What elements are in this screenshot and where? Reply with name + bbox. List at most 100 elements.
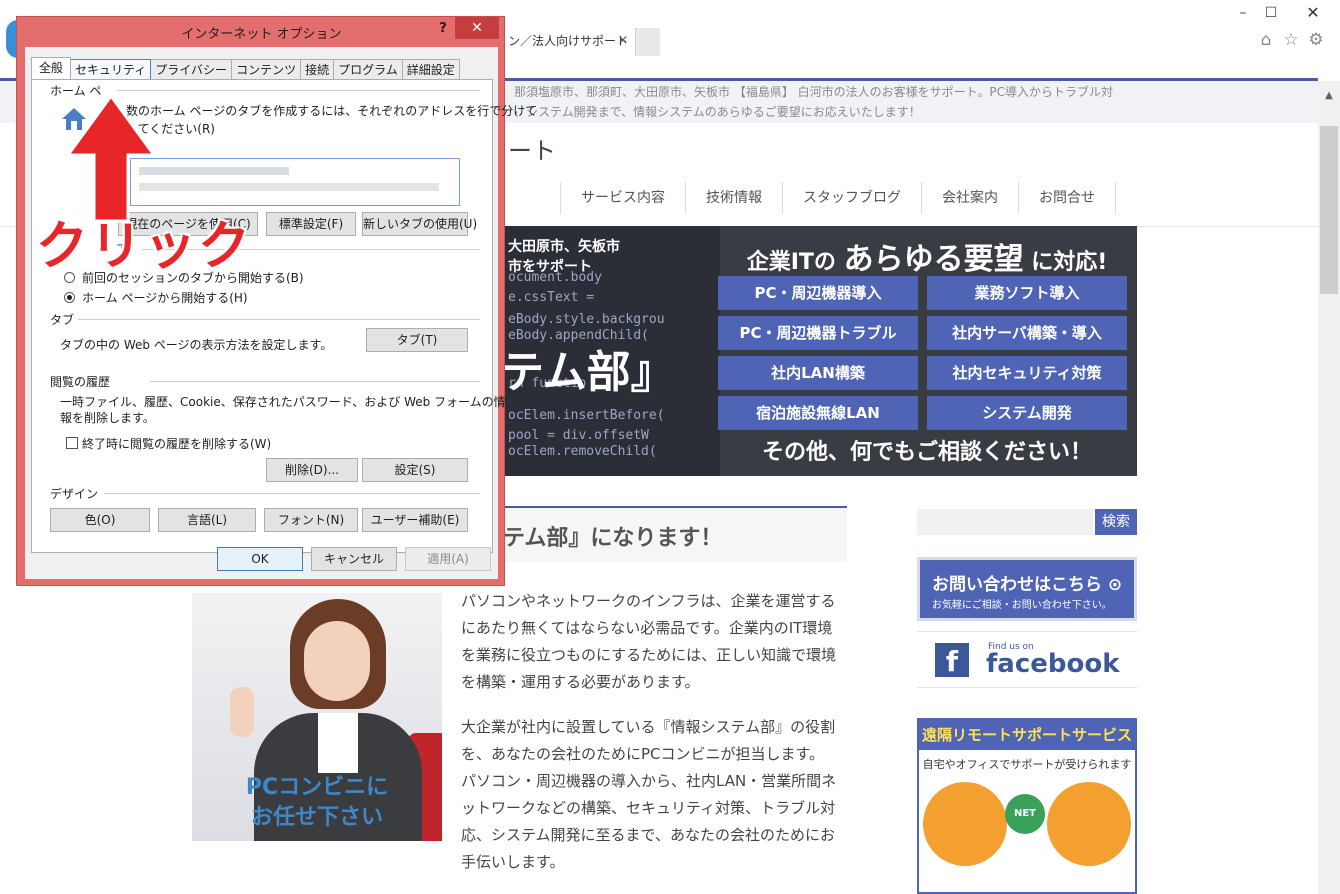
home-icon[interactable]: ⌂ [1256,30,1276,50]
nav-item-contact[interactable]: お問合せ [1018,182,1116,214]
divider [917,631,1137,632]
service-server[interactable]: 社内サーバ構築・導入 [927,316,1127,350]
hero-headline-suffix: に対応! [1031,250,1108,275]
content-title: テム部』になります！ [503,526,723,551]
service-software-install[interactable]: 業務ソフト導入 [927,276,1127,310]
start-with-home-page-radio[interactable] [64,292,75,303]
search-input[interactable] [917,509,1093,535]
site-title[interactable]: ート [508,131,556,166]
service-wireless-lan[interactable]: 宿泊施設無線LAN [718,396,918,430]
divider [917,687,1137,688]
tabs-description: タブの中の Web ページの表示方法を設定します。 [60,338,333,352]
ok-button[interactable]: OK [217,547,303,571]
window-maximize-button[interactable]: ☐ [1256,0,1286,26]
hero-banner: ocument.body e.cssText = eBody.style.bac… [500,226,1137,476]
history-description: 報を削除します。 [60,411,155,425]
blurred-address [139,183,439,191]
home-page-address-textarea[interactable] [130,158,460,206]
remote-support-banner[interactable]: 遠隔リモートサポートサービス 自宅やオフィスでサポートが受けられます NET [917,718,1137,894]
intro-paragraph: 大企業が社内に設置している『情報システム部』の役割を、あなたの会社のためにPCコ… [461,718,837,871]
photo-person-face [304,621,370,701]
tabs-settings-button[interactable]: タブ(T) [366,328,468,352]
intro-paragraph: パソコンやネットワークのインフラは、企業を運営するにあたり無くてはならない必需品… [461,592,837,691]
colors-button[interactable]: 色(O) [50,508,150,532]
apply-button[interactable]: 適用(A) [405,547,491,571]
header-description: 、システム開発まで、情報システムのあらゆるご要望にお応えいたします！ [514,105,921,119]
hero-footer-text: その他、何でもご相談ください！ [761,440,1092,465]
code-line: ocElem.insertBefore( [508,408,665,423]
help-icon[interactable]: ? [435,21,451,39]
remote-support-title: 遠隔リモートサポートサービス [919,720,1135,750]
hero-service-grid: PC・周辺機器導入 業務ソフト導入 PC・周辺機器トラブル 社内サーバ構築・導入… [718,276,1128,430]
facebook-link[interactable]: facebook [986,649,1120,679]
use-new-tab-button[interactable]: 新しいタブの使用(U) [362,212,477,236]
cancel-button[interactable]: キャンセル [311,547,397,571]
hero-headline: 企業ITの あらゆる要望 に対応! [732,234,1122,278]
tab-content[interactable]: コンテンツ [232,59,302,81]
start-with-home-page-label: ホーム ページから開始する(H) [82,291,248,305]
nav-item-tech-info[interactable]: 技術情報 [685,182,782,214]
hero-big-text: テム部』 [500,347,675,398]
photo-person-shirt [318,713,358,773]
delete-history-on-exit-checkbox[interactable] [66,437,78,449]
service-security[interactable]: 社内セキュリティ対策 [927,356,1127,390]
hero-headline-prefix: 企業ITの [746,250,836,275]
tab-advanced[interactable]: 詳細設定 [402,59,460,81]
scrollbar-thumb[interactable] [1320,126,1338,294]
history-settings-button[interactable]: 設定(S) [362,458,468,482]
click-annotation: クリック [36,217,253,277]
tab-privacy[interactable]: プライバシー [151,59,233,81]
home-page-instruction: 数のホーム ページのタブを作成するには、それぞれのアドレスを行で分けて [126,104,538,118]
tab-connections[interactable]: 接続 [301,59,335,81]
code-line: ocElem.removeChild( [508,444,657,459]
hero-region-text: 大田原市、矢板市 [508,239,620,255]
dialog-close-button[interactable]: ✕ [455,17,499,39]
photo-caption: お任せ下さい [250,805,383,830]
code-line: e.cssText = [508,290,595,305]
group-divider [104,493,480,494]
facebook-icon[interactable]: f [935,643,969,678]
window-close-button[interactable]: ✕ [1286,0,1340,26]
tab-programs[interactable]: プログラム [334,59,403,81]
service-lan[interactable]: 社内LAN構築 [718,356,918,390]
hero-region-text: 市をサポート [508,259,592,275]
history-group-label: 閲覧の履歴 [50,375,111,389]
window-minimize-button[interactable]: – [1228,0,1258,26]
blurred-address [139,167,289,175]
main-nav: サービス内容 技術情報 スタッフブログ 会社案内 お問合せ [560,182,1116,214]
nav-item-company[interactable]: 会社案内 [921,182,1018,214]
group-divider [116,90,480,91]
contact-banner-subtitle: お気軽にご相談・お問い合わせ下さい。 [932,600,1112,611]
group-divider [78,319,480,320]
contact-banner[interactable]: お問い合わせはこちら ⊙ お気軽にご相談・お問い合わせ下さい。 [917,557,1137,621]
contact-banner-title: お問い合わせはこちら ⊙ [932,575,1123,595]
service-pc-trouble[interactable]: PC・周辺機器トラブル [718,316,918,350]
new-tab-button[interactable] [637,28,660,56]
nav-item-staff-blog[interactable]: スタッフブログ [782,182,921,214]
net-globe-icon: NET [1005,794,1045,834]
support-staff-icon [1047,782,1131,866]
remote-support-subtitle: 自宅やオフィスでサポートが受けられます [922,758,1132,771]
tab-close-icon[interactable]: × [614,32,632,50]
service-pc-install[interactable]: PC・周辺機器導入 [718,276,918,310]
tab-security[interactable]: セキュリティ [71,59,152,81]
group-divider [150,381,480,382]
hero-headline-emphasis: あらゆる要望 [843,242,1024,277]
fonts-button[interactable]: フォント(N) [264,508,358,532]
accessibility-button[interactable]: ユーザー補助(E) [362,508,468,532]
photo-caption: PCコンビニに [245,775,389,800]
delete-history-on-exit-label: 終了時に閲覧の履歴を削除する(W) [82,437,272,451]
star-icon[interactable]: ☆ [1281,30,1301,50]
design-group-label: デザイン [50,487,99,501]
search-button[interactable]: 検索 [1095,509,1137,535]
gear-icon[interactable]: ⚙ [1306,30,1326,50]
languages-button[interactable]: 言語(L) [158,508,256,532]
nav-item-services[interactable]: サービス内容 [560,182,685,214]
scroll-up-arrow-icon[interactable]: ▲ [1318,86,1340,106]
tabs-group-label: タブ [50,313,75,327]
header-description: 那須塩原市、那須町、大田原市、矢板市 【福島県】 白河市の法人のお客様をサポート… [514,85,1114,99]
use-default-button[interactable]: 標準設定(F) [266,212,356,236]
service-system-dev[interactable]: システム開発 [927,396,1127,430]
delete-history-button[interactable]: 削除(D)... [266,458,358,482]
tab-general[interactable]: 全般 [31,57,72,81]
